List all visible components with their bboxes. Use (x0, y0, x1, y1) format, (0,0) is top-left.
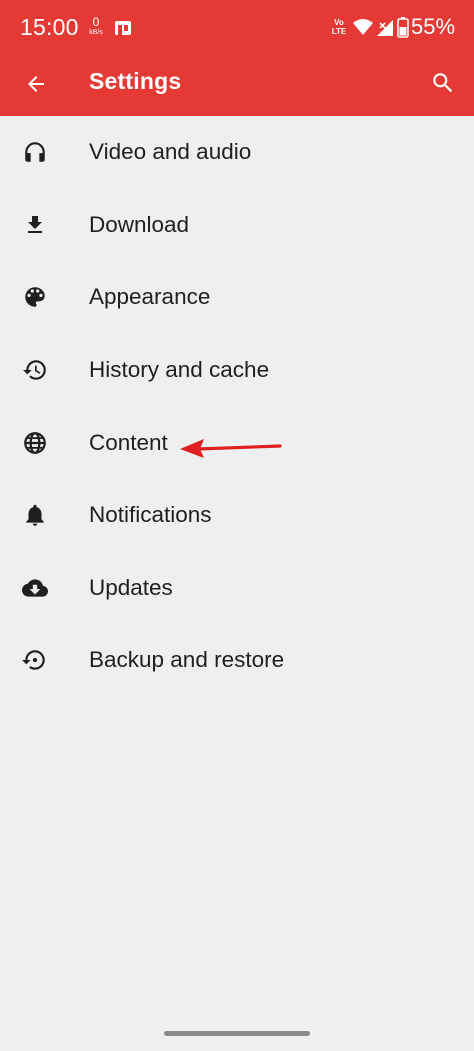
settings-item-label: Download (89, 211, 190, 237)
status-time: 15:00 (20, 14, 79, 40)
headphones-icon (22, 139, 48, 165)
arrow-left-icon (28, 76, 44, 92)
volte-bottom: LTE (331, 27, 347, 36)
settings-item-label: Updates (89, 574, 173, 600)
backup-restore-icon (22, 647, 48, 673)
battery-percentage: 55% (411, 14, 456, 39)
status-bar: 15:00 0 kB/s Vo LTE 55% (0, 0, 474, 56)
bell-icon (22, 502, 48, 528)
history-icon (22, 357, 48, 383)
settings-item-appearance[interactable]: Appearance (0, 261, 474, 334)
palette-icon (22, 284, 48, 310)
search-button[interactable] (424, 64, 462, 102)
gesture-nav-handle[interactable] (164, 1031, 310, 1036)
wifi-icon (353, 19, 373, 35)
red-arrow-annotation (180, 439, 282, 458)
settings-item-download[interactable]: Download (0, 189, 474, 262)
settings-item-label: History and cache (89, 357, 270, 383)
settings-item-label: Backup and restore (89, 647, 285, 673)
network-speed-unit: kB/s (89, 29, 103, 36)
settings-item-label: Notifications (89, 502, 212, 528)
network-speed: 0 kB/s (86, 15, 106, 37)
settings-list: Video and audio Download Appearance Hist… (0, 116, 474, 697)
cloud-download-icon (22, 575, 48, 601)
settings-item-video-audio[interactable]: Video and audio (0, 116, 474, 189)
network-speed-value: 0 (92, 15, 100, 29)
settings-item-backup-restore[interactable]: Backup and restore (0, 624, 474, 697)
page-title: Settings (89, 68, 182, 94)
settings-item-label: Content (89, 429, 168, 455)
notification-app-icon (115, 21, 131, 35)
search-icon (433, 73, 453, 93)
settings-item-updates[interactable]: Updates (0, 552, 474, 625)
back-button[interactable] (18, 66, 54, 102)
battery-icon (397, 17, 409, 38)
settings-item-label: Video and audio (89, 139, 252, 165)
download-icon (22, 212, 48, 238)
settings-item-notifications[interactable]: Notifications (0, 479, 474, 552)
volte-top: Vo (334, 18, 344, 27)
cell-signal-icon (377, 20, 393, 36)
app-bar: Settings (0, 56, 474, 116)
settings-item-label: Appearance (89, 284, 211, 310)
volte-indicator: Vo LTE (330, 18, 348, 36)
settings-item-history-cache[interactable]: History and cache (0, 334, 474, 407)
globe-icon (22, 430, 48, 456)
